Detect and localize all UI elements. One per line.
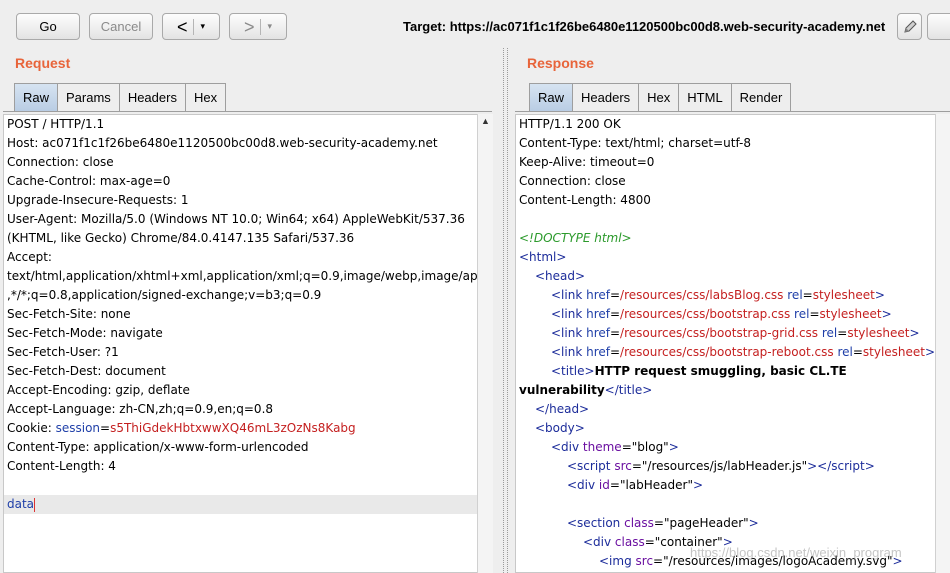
request-line: Sec-Fetch-Dest: document bbox=[7, 364, 166, 378]
link-line: <link href=/resources/css/labsBlog.css r… bbox=[551, 288, 885, 302]
request-line: User-Agent: Mozilla/5.0 (Windows NT 10.0… bbox=[7, 212, 465, 226]
body-open-line: <body> bbox=[535, 421, 585, 435]
link-href: /resources/css/bootstrap.css bbox=[620, 307, 791, 321]
request-line: Content-Type: application/x-www-form-url… bbox=[7, 440, 309, 454]
request-line: Host: ac071f1c1f26be6480e1120500bc00d8.w… bbox=[7, 136, 438, 150]
toolbar: Go Cancel < ▾ > ▾ Target: https://ac071f… bbox=[0, 0, 950, 48]
request-line: text/html,application/xhtml+xml,applicat… bbox=[7, 269, 477, 283]
cancel-button[interactable]: Cancel bbox=[89, 13, 153, 40]
back-button[interactable]: < ▾ bbox=[162, 13, 220, 40]
edit-target-button[interactable] bbox=[897, 13, 922, 40]
request-scrollbar[interactable]: ▲ bbox=[477, 114, 493, 573]
head-open-line: <head> bbox=[535, 269, 586, 283]
request-line: Accept-Encoding: gzip, deflate bbox=[7, 383, 190, 397]
response-header-line: HTTP/1.1 200 OK bbox=[519, 117, 621, 131]
response-scrollbar[interactable] bbox=[935, 114, 950, 573]
request-line: Connection: close bbox=[7, 155, 114, 169]
doctype-line: <!DOCTYPE html> bbox=[516, 229, 935, 248]
separator bbox=[193, 18, 195, 35]
request-editor[interactable]: POST / HTTP/1.1 Host: ac071f1c1f26be6480… bbox=[3, 114, 477, 573]
target-label: Target: https://ac071f1c1f26be6480e11205… bbox=[403, 19, 886, 34]
link-line: <link href=/resources/css/bootstrap-grid… bbox=[551, 326, 920, 340]
back-arrow-icon: < bbox=[176, 16, 188, 37]
link-href: /resources/css/bootstrap-reboot.css bbox=[620, 345, 834, 359]
div-theme-line: <div theme="blog"> bbox=[551, 440, 679, 454]
response-tab-hex[interactable]: Hex bbox=[638, 83, 679, 111]
request-line: Sec-Fetch-User: ?1 bbox=[7, 345, 119, 359]
request-tab-params[interactable]: Params bbox=[57, 83, 119, 111]
doctype: <!DOCTYPE html> bbox=[519, 231, 632, 245]
link-href: /resources/css/labsBlog.css bbox=[620, 288, 784, 302]
response-viewer[interactable]: HTTP/1.1 200 OK Content-Type: text/html;… bbox=[515, 114, 935, 573]
dropdown-icon[interactable]: ▾ bbox=[200, 21, 205, 32]
request-line: Accept-Language: zh-CN,zh;q=0.9,en;q=0.8 bbox=[7, 402, 274, 416]
cookie-name: session bbox=[55, 421, 101, 435]
script-line: <script src="/resources/js/labHeader.js"… bbox=[567, 459, 875, 473]
forward-button[interactable]: > ▾ bbox=[229, 13, 287, 40]
response-tabs: Raw Headers Hex HTML Render bbox=[529, 83, 792, 111]
request-body: data bbox=[7, 497, 35, 511]
page-title-text-cont: vulnerability bbox=[519, 383, 605, 397]
div-theme-value: "blog" bbox=[631, 440, 669, 454]
request-tab-headers[interactable]: Headers bbox=[118, 83, 185, 111]
section-class-value: "pageHeader" bbox=[663, 516, 749, 530]
response-header-line: Content-Length: 4800 bbox=[519, 193, 651, 207]
request-line: ,*/*;q=0.8,application/signed-exchange;v… bbox=[7, 288, 322, 302]
response-header-line: Keep-Alive: timeout=0 bbox=[519, 155, 655, 169]
div-id-value: "labHeader" bbox=[619, 478, 693, 492]
request-line: Upgrade-Insecure-Requests: 1 bbox=[7, 193, 189, 207]
response-tab-html[interactable]: HTML bbox=[678, 83, 731, 111]
script-src-value: "/resources/js/labHeader.js" bbox=[641, 459, 808, 473]
response-tab-raw[interactable]: Raw bbox=[529, 83, 573, 111]
request-body-line[interactable]: data bbox=[4, 495, 477, 514]
cookie-value: s5ThiGdekHbtxwwXQ46mL3zOzNs8Kabg bbox=[110, 421, 356, 435]
separator bbox=[260, 18, 262, 35]
request-tab-raw[interactable]: Raw bbox=[14, 83, 58, 111]
page-title-text: HTTP request smuggling, basic CL.TE bbox=[594, 364, 847, 378]
response-tab-headers[interactable]: Headers bbox=[572, 83, 639, 111]
request-line: POST / HTTP/1.1 bbox=[7, 117, 105, 131]
div-id-line: <div id="labHeader"> bbox=[567, 478, 704, 492]
divider bbox=[3, 111, 492, 112]
response-header-line: Connection: close bbox=[519, 174, 626, 188]
dropdown-icon[interactable]: ▾ bbox=[267, 21, 272, 32]
help-button[interactable] bbox=[927, 13, 950, 40]
request-tabs: Raw Params Headers Hex bbox=[14, 83, 227, 111]
request-line: Content-Length: 4 bbox=[7, 459, 116, 473]
request-line: (KHTML, like Gecko) Chrome/84.0.4147.135… bbox=[7, 231, 355, 245]
link-href: /resources/css/bootstrap-grid.css bbox=[620, 326, 819, 340]
forward-arrow-icon: > bbox=[243, 16, 255, 37]
cookie-line: Cookie: session=s5ThiGdekHbtxwwXQ46mL3zO… bbox=[4, 419, 477, 438]
pencil-icon bbox=[903, 19, 917, 33]
panel-splitter[interactable] bbox=[500, 48, 515, 573]
response-header-line: Content-Type: text/html; charset=utf-8 bbox=[519, 136, 752, 150]
link-line: <link href=/resources/css/bootstrap.css … bbox=[551, 307, 892, 321]
request-line: Sec-Fetch-Mode: navigate bbox=[7, 326, 163, 340]
request-line: Cache-Control: max-age=0 bbox=[7, 174, 171, 188]
response-tab-render[interactable]: Render bbox=[730, 83, 792, 111]
response-title: Response bbox=[527, 55, 594, 71]
scroll-up-icon[interactable]: ▲ bbox=[481, 116, 490, 126]
text-cursor bbox=[34, 497, 36, 512]
link-line: <link href=/resources/css/bootstrap-rebo… bbox=[551, 345, 935, 359]
request-line: Accept: bbox=[7, 250, 52, 264]
cookie-prefix: Cookie: bbox=[7, 421, 56, 435]
html-open-line: <html> bbox=[519, 250, 567, 264]
request-line: Sec-Fetch-Site: none bbox=[7, 307, 131, 321]
title-line-cont: vulnerability</title> bbox=[519, 383, 653, 397]
title-line: <title>HTTP request smuggling, basic CL.… bbox=[551, 364, 847, 378]
watermark: https://blog.csdn.net/weixin_program bbox=[690, 545, 902, 560]
section-line: <section class="pageHeader"> bbox=[567, 516, 759, 530]
request-title: Request bbox=[15, 55, 71, 71]
divider bbox=[515, 111, 950, 112]
go-button[interactable]: Go bbox=[16, 13, 80, 40]
cookie-equals: = bbox=[100, 421, 111, 435]
request-tab-hex[interactable]: Hex bbox=[184, 83, 227, 111]
head-close-line: </head> bbox=[535, 402, 590, 416]
